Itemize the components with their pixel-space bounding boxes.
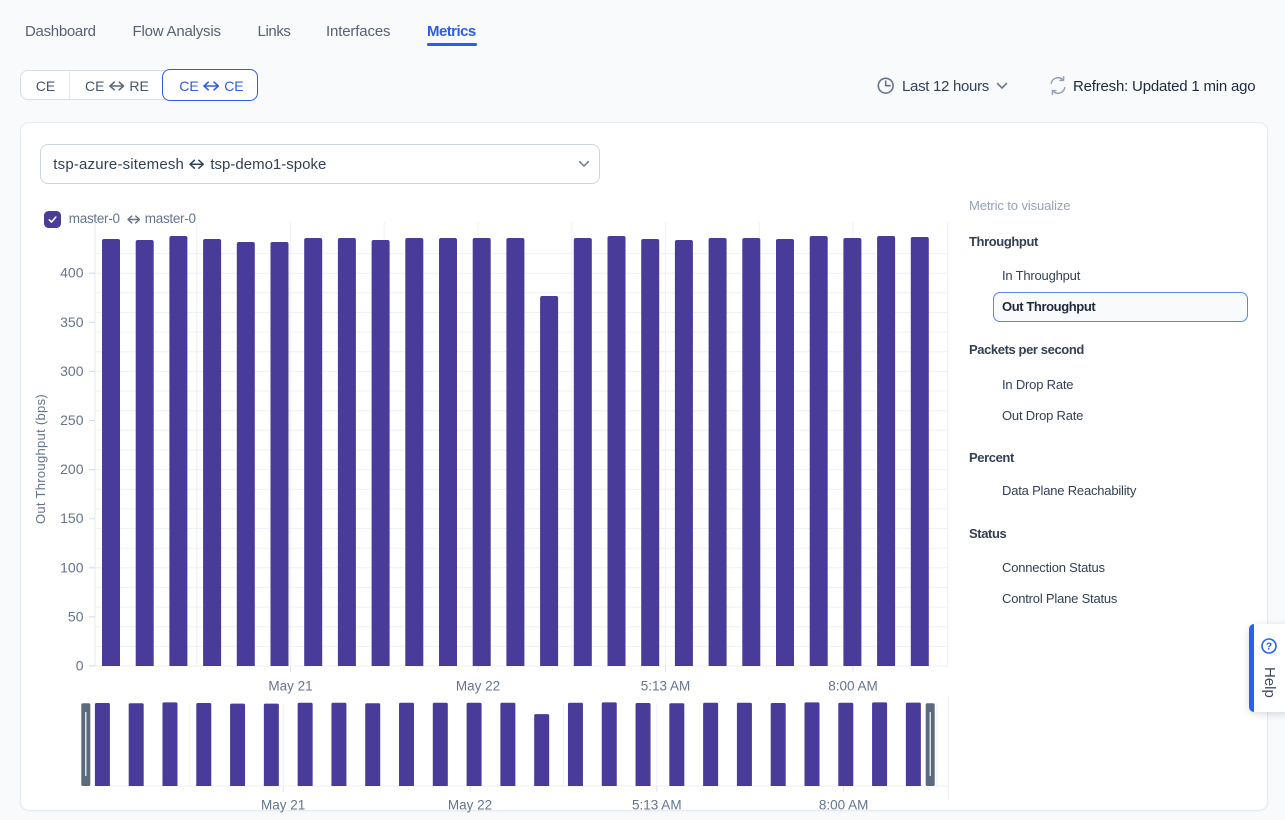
svg-text:?: ? (1266, 641, 1272, 653)
svg-text:Out Throughput (bps): Out Throughput (bps) (33, 394, 48, 524)
svg-text:150: 150 (60, 510, 84, 526)
svg-text:300: 300 (60, 363, 84, 379)
svg-text:50: 50 (68, 608, 84, 624)
svg-text:May 21: May 21 (261, 798, 305, 813)
svg-text:May 22: May 22 (448, 798, 492, 813)
svg-text:5:13 AM: 5:13 AM (641, 679, 691, 694)
svg-text:250: 250 (60, 412, 84, 428)
svg-text:May 21: May 21 (268, 679, 312, 694)
svg-text:5:13 AM: 5:13 AM (632, 798, 682, 813)
svg-text:0: 0 (76, 658, 84, 674)
svg-text:May 22: May 22 (456, 679, 500, 694)
svg-text:8:00 AM: 8:00 AM (828, 679, 878, 694)
svg-text:100: 100 (60, 559, 84, 575)
svg-text:350: 350 (60, 314, 84, 330)
svg-text:8:00 AM: 8:00 AM (819, 798, 869, 813)
svg-text:200: 200 (60, 461, 84, 477)
svg-text:400: 400 (60, 265, 84, 281)
